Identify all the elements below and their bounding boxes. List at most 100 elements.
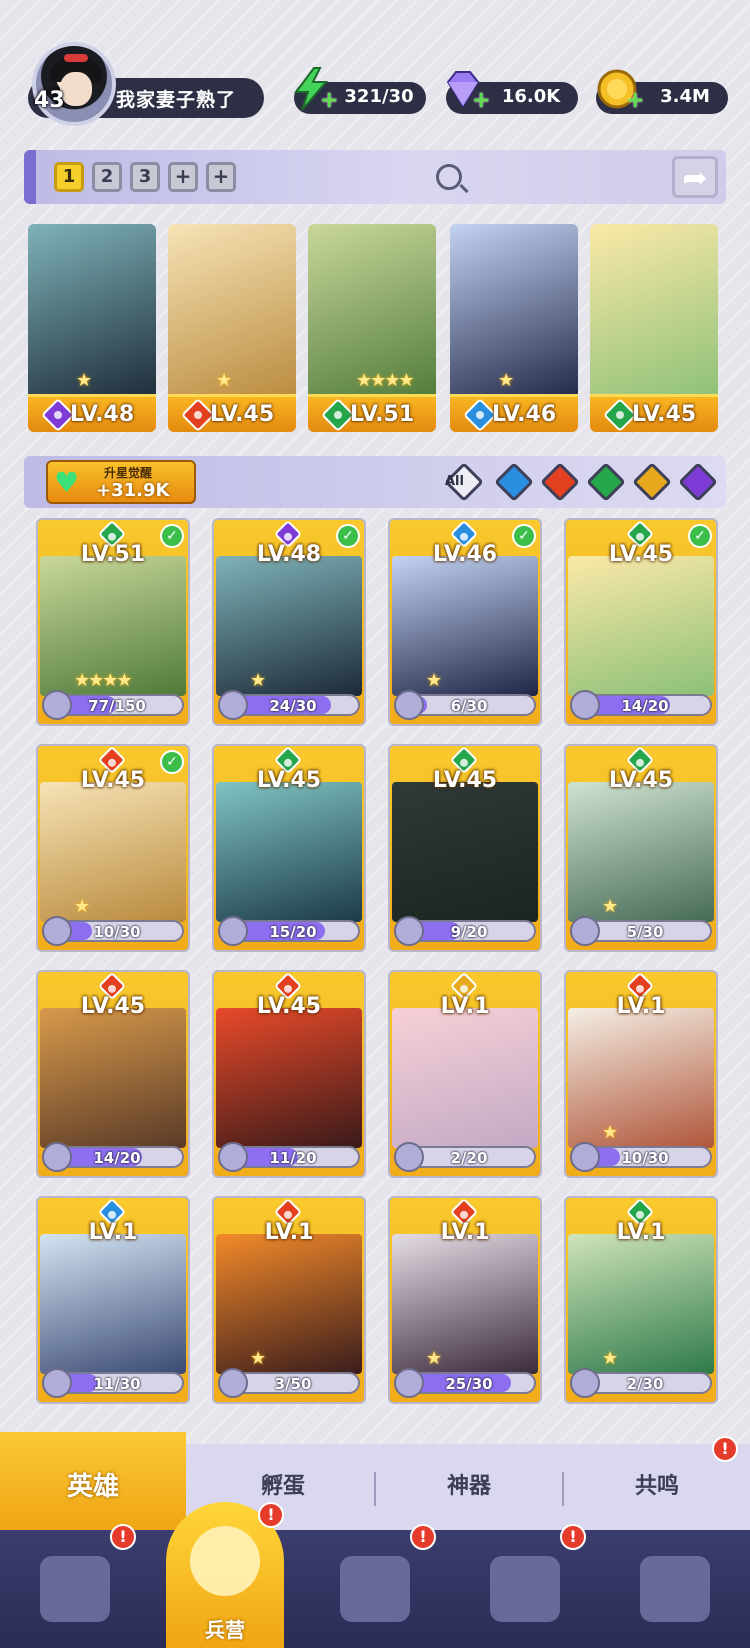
shard-count: 14/20	[93, 1149, 141, 1167]
shard-progress-bar: 5/30	[570, 916, 712, 946]
resonance-alert-badge: !	[712, 1436, 738, 1462]
team-tab-1[interactable]: 1	[54, 162, 84, 192]
hero-card[interactable]: LV.1 ★ 10/30	[564, 970, 718, 1178]
filter-dark-icon[interactable]	[678, 462, 718, 502]
hero-card[interactable]: LV.1 11/30	[36, 1196, 190, 1404]
player-level: 43	[34, 88, 65, 113]
heart-icon: ♥	[54, 466, 80, 499]
hero-level: LV.1	[616, 994, 666, 1019]
tab-artifact[interactable]: 神器	[376, 1444, 562, 1530]
bottom-nav: ! 兵营 ! ! !	[0, 1502, 750, 1648]
hero-portrait	[392, 556, 538, 696]
filter-nature-icon[interactable]	[586, 462, 626, 502]
team-slot[interactable]: ★ LV.46	[450, 224, 578, 432]
team-slot-stars: ★	[216, 370, 232, 391]
team-tab-add-1[interactable]: +	[168, 162, 198, 192]
tab-heroes[interactable]: 英雄	[0, 1432, 186, 1530]
hero-portrait	[40, 782, 186, 922]
energy-value: 321/30	[344, 86, 414, 107]
share-button[interactable]: ➦	[672, 156, 718, 198]
hero-card[interactable]: LV.1 ★ 2/30	[564, 1196, 718, 1404]
shard-progress-bar: 10/30	[570, 1142, 712, 1172]
shard-progress-bar: 25/30	[394, 1368, 536, 1398]
nav-temple[interactable]: !	[450, 1524, 600, 1648]
shard-progress-bar: 11/20	[218, 1142, 360, 1172]
shard-progress-bar: 15/20	[218, 916, 360, 946]
cards-icon	[40, 1556, 110, 1622]
hero-portrait	[568, 556, 714, 696]
hero-card[interactable]: LV.51 ★★★★ 77/150 ✓	[36, 518, 190, 726]
nav-cards[interactable]: !	[0, 1524, 150, 1648]
shard-count: 9/20	[450, 923, 488, 941]
team-slot-level: LV.46	[492, 402, 557, 427]
shard-count: 77/150	[88, 697, 146, 715]
shard-progress-bar: 2/30	[570, 1368, 712, 1398]
hero-card[interactable]: LV.1 ★ 3/50	[212, 1196, 366, 1404]
shard-count: 3/50	[274, 1375, 312, 1393]
hero-card[interactable]: LV.1 ★ 25/30	[388, 1196, 542, 1404]
team-slot-art	[590, 224, 718, 402]
hero-portrait	[216, 556, 362, 696]
search-icon[interactable]	[436, 164, 462, 190]
awaken-button[interactable]: ♥ 升星觉醒 +31.9K	[46, 460, 196, 504]
in-team-check-icon: ✓	[160, 524, 184, 548]
team-slot-level-bar: LV.51	[308, 394, 436, 432]
shard-count: 24/30	[269, 697, 317, 715]
team-slot[interactable]: ★ LV.48	[28, 224, 156, 432]
hero-level: LV.1	[440, 1220, 490, 1245]
team-slot[interactable]: LV.45	[590, 224, 718, 432]
filter-water-icon[interactable]	[494, 462, 534, 502]
shard-progress-bar: 24/30	[218, 690, 360, 720]
gems-value: 16.0K	[501, 86, 561, 107]
hero-card[interactable]: LV.45 14/20	[36, 970, 190, 1178]
team-tab-3[interactable]: 3	[130, 162, 160, 192]
hero-stars: ★★★★	[74, 670, 133, 691]
hero-level: LV.45	[256, 768, 322, 793]
hero-card[interactable]: LV.45 15/20	[212, 744, 366, 952]
hero-portrait	[40, 1234, 186, 1374]
nav-barracks-badge: !	[258, 1502, 284, 1528]
filter-light-icon[interactable]	[632, 462, 672, 502]
hero-stars: ★	[250, 1348, 266, 1369]
shard-count: 5/30	[626, 923, 664, 941]
hero-card[interactable]: LV.45 14/20 ✓	[564, 518, 718, 726]
hero-card[interactable]: LV.45 ★ 5/30	[564, 744, 718, 952]
nav-barracks-label: 兵营	[205, 1618, 245, 1642]
in-team-check-icon: ✓	[512, 524, 536, 548]
filter-fire-icon[interactable]	[540, 462, 580, 502]
hero-portrait	[392, 1008, 538, 1148]
team-tab-add-2[interactable]: +	[206, 162, 236, 192]
hero-level: LV.45	[256, 994, 322, 1019]
team-tab-2[interactable]: 2	[92, 162, 122, 192]
team-slot-level-bar: LV.45	[590, 394, 718, 432]
hero-card[interactable]: LV.46 ★ 6/30 ✓	[388, 518, 542, 726]
nav-map[interactable]: !	[300, 1524, 450, 1648]
shard-count: 14/20	[621, 697, 669, 715]
team-slot[interactable]: ★★★★ LV.51	[308, 224, 436, 432]
shard-progress-bar: 77/150	[42, 690, 184, 720]
nav-temple-badge: !	[560, 1524, 586, 1550]
avatar[interactable]	[32, 42, 116, 126]
team-slot-level-bar: LV.46	[450, 394, 578, 432]
hero-card[interactable]: LV.1 2/20	[388, 970, 542, 1178]
nav-guild[interactable]	[600, 1530, 750, 1648]
hero-card[interactable]: LV.45 9/20	[388, 744, 542, 952]
hero-card[interactable]: LV.45 ★ 10/30 ✓	[36, 744, 190, 952]
shard-count: 25/30	[445, 1375, 493, 1393]
nav-barracks[interactable]: 兵营 !	[166, 1502, 284, 1648]
player-name: 我家妻子熟了	[116, 89, 237, 111]
hero-level: LV.1	[264, 1220, 314, 1245]
shard-count: 10/30	[93, 923, 141, 941]
hero-card[interactable]: LV.48 ★ 24/30 ✓	[212, 518, 366, 726]
hero-portrait	[40, 1008, 186, 1148]
nav-cards-badge: !	[110, 1524, 136, 1550]
hero-portrait	[568, 1234, 714, 1374]
shard-count: 10/30	[621, 1149, 669, 1167]
filter-bar: ♥ 升星觉醒 +31.9K All	[24, 456, 726, 508]
shard-progress-bar: 14/20	[570, 690, 712, 720]
shard-progress-bar: 9/20	[394, 916, 536, 946]
hero-stars: ★	[602, 1122, 618, 1143]
team-slot[interactable]: ★ LV.45	[168, 224, 296, 432]
hero-card[interactable]: LV.45 11/20	[212, 970, 366, 1178]
hero-level: LV.1	[440, 994, 490, 1019]
